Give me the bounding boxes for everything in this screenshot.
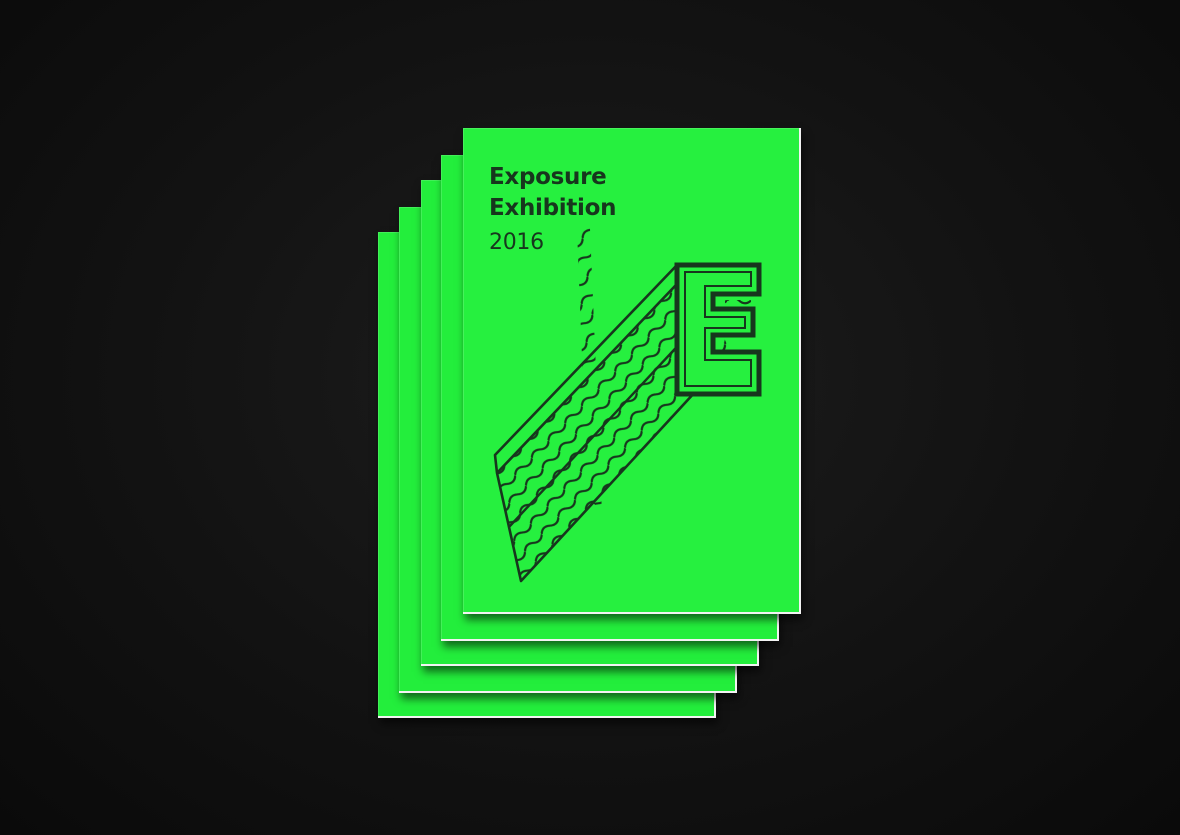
photo-scene: Exposure Exhibition 2016 (0, 0, 1180, 835)
booklet-front-cover: Exposure Exhibition 2016 (463, 128, 801, 614)
letter-e-face (674, 262, 762, 397)
extruded-e-logo-icon (463, 223, 762, 583)
